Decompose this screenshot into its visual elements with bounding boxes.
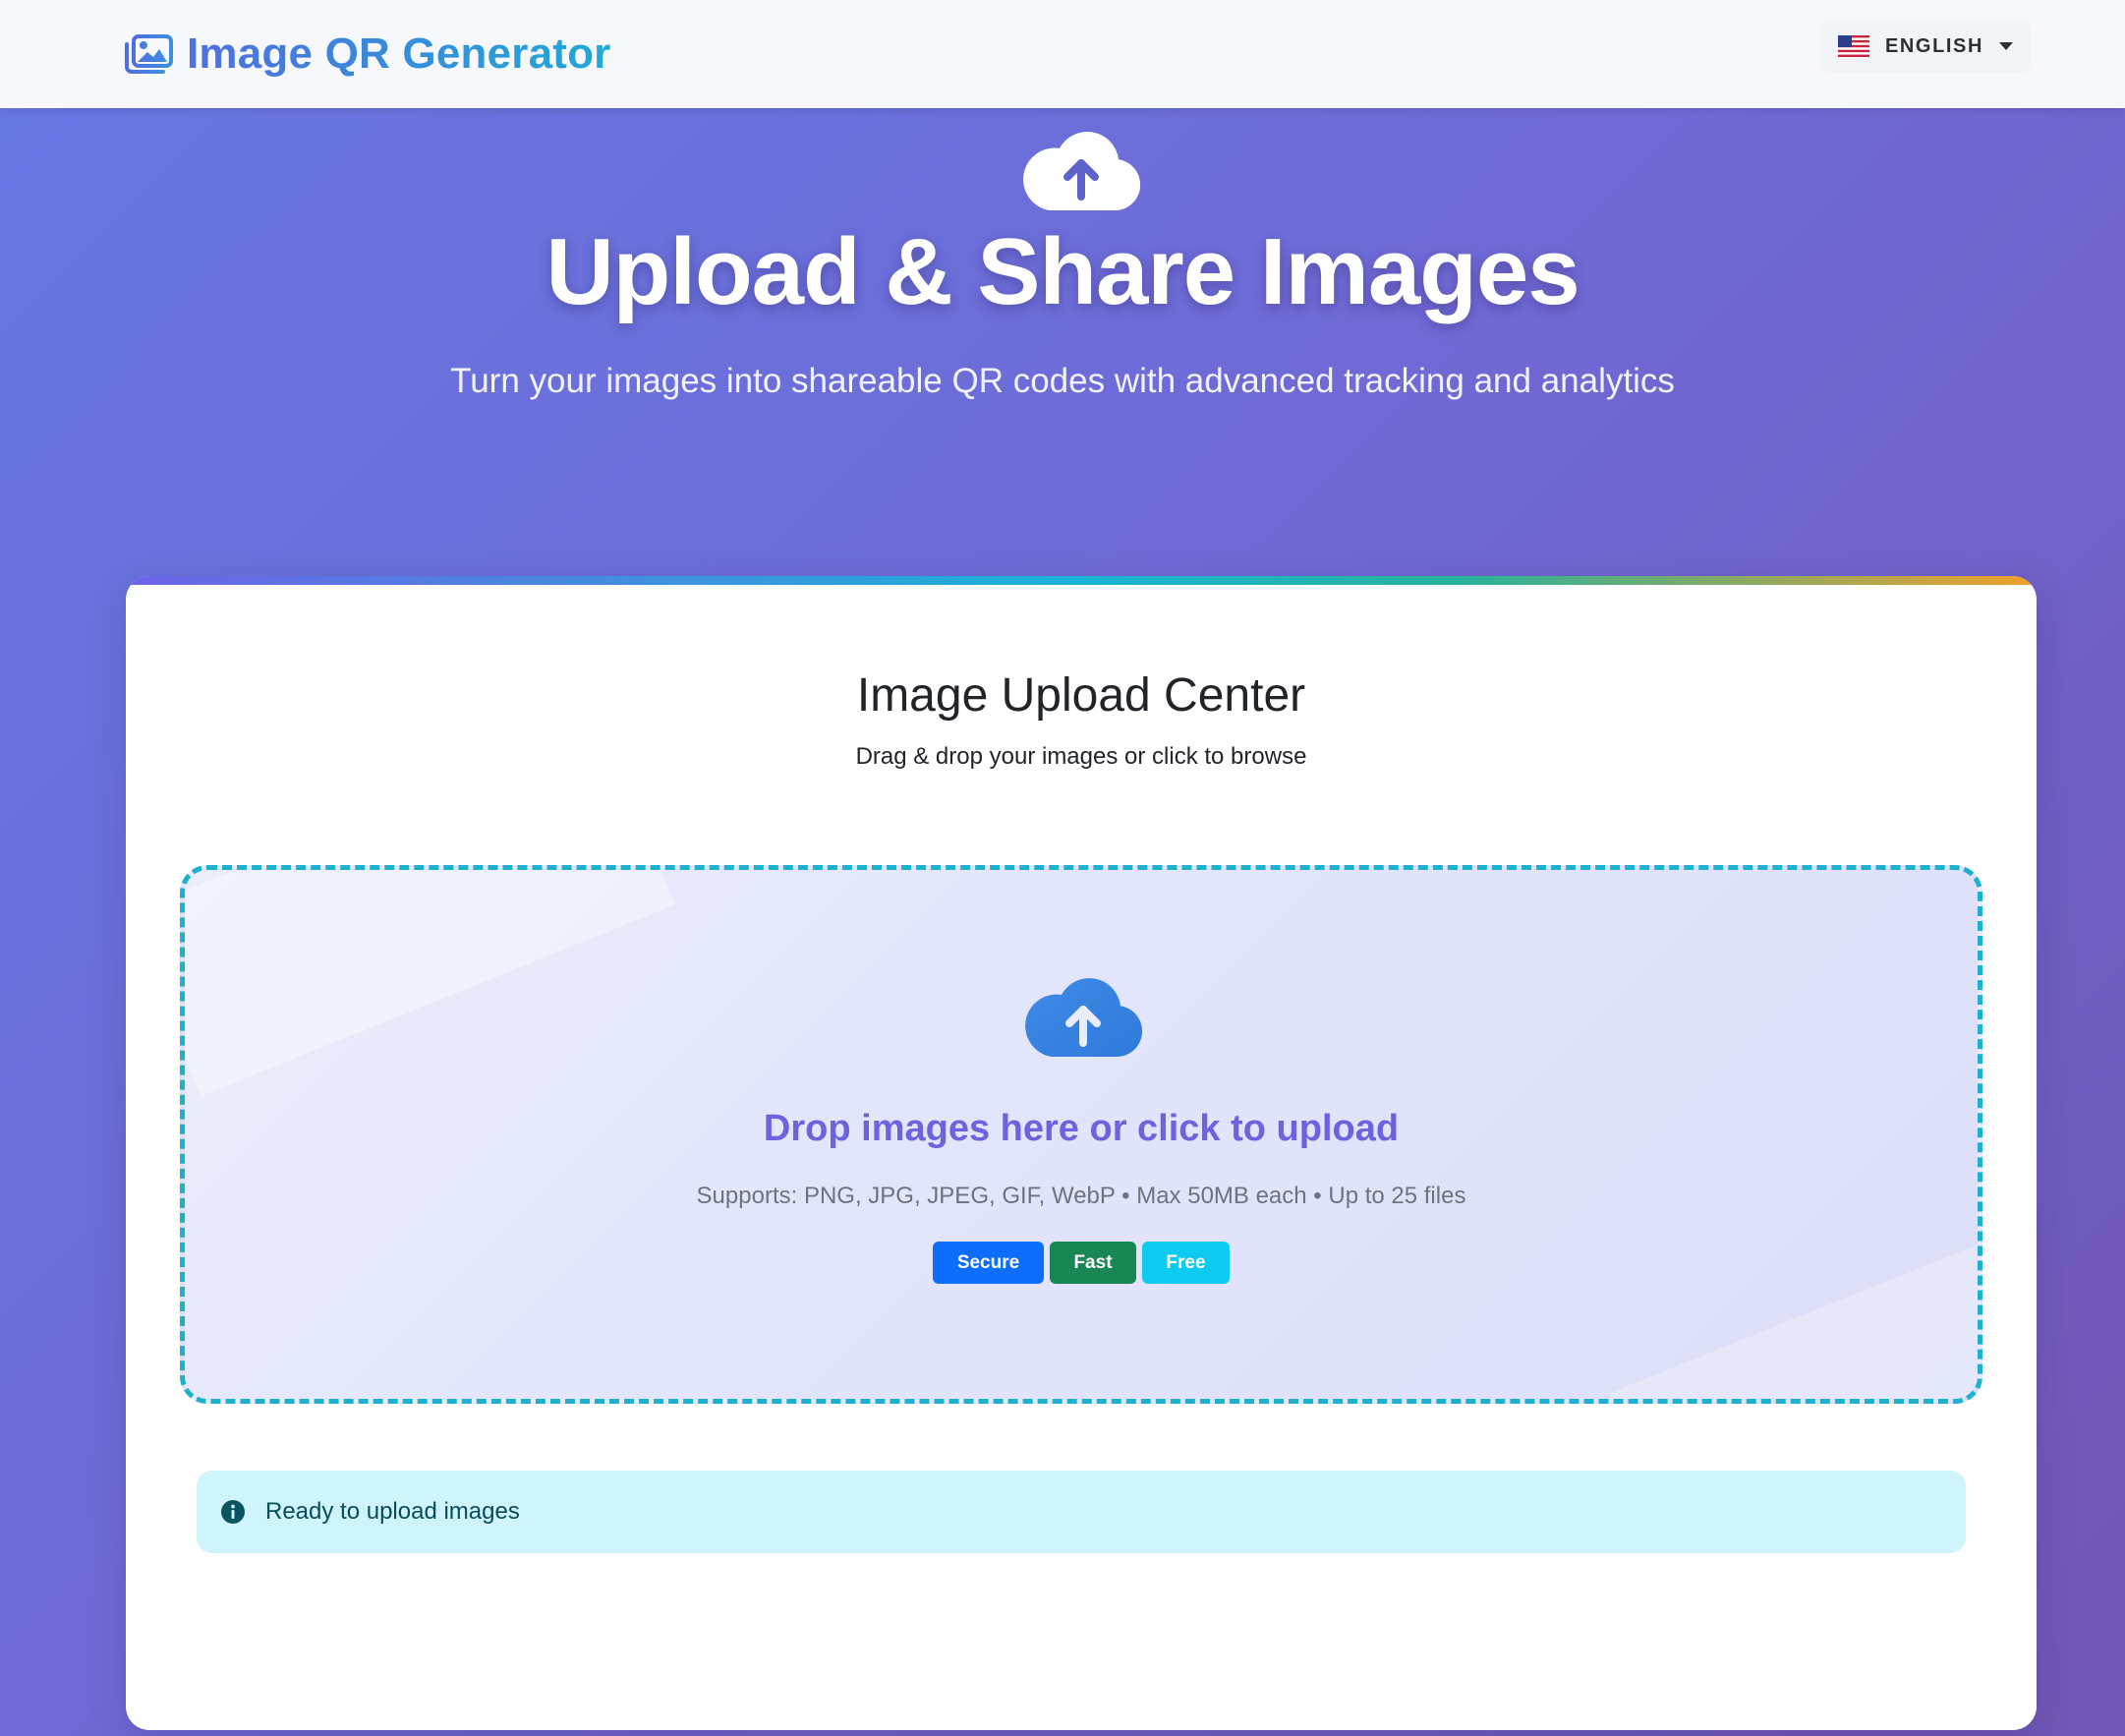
dropzone-title: Drop images here or click to upload [763,1108,1400,1149]
language-label: ENGLISH [1884,34,1984,57]
info-icon [221,1500,245,1524]
card-subtitle: Drag & drop your images or click to brow… [855,743,1307,770]
feature-badges: Secure Fast Free [185,1242,1978,1284]
secure-badge: Secure [933,1242,1044,1284]
hero-title: Upload & Share Images [546,219,1579,324]
dropzone-sheen [185,870,675,1097]
chevron-down-icon [1999,42,2014,50]
upload-status-alert: Ready to upload images [197,1471,1966,1553]
card-title: Image Upload Center [856,669,1306,722]
upload-card: Image Upload Center Drag & drop your ima… [126,576,2037,1730]
dropzone-supported-formats: Supports: PNG, JPG, JPEG, GIF, WebP • Ma… [696,1183,1466,1209]
images-icon [124,34,173,74]
upload-status-text: Ready to upload images [265,1498,520,1525]
free-badge: Free [1142,1242,1230,1284]
cloud-upload-icon [1025,978,1143,1058]
card-accent-bar [126,576,2037,585]
language-dropdown[interactable]: ENGLISH [1820,20,2031,73]
us-flag-icon [1837,35,1869,57]
brand-title: Image QR Generator [187,29,611,78]
cloud-upload-icon [1023,132,1141,211]
navbar: Image QR Generator ENGLISH [0,0,2125,108]
brand-link[interactable]: Image QR Generator [124,22,611,87]
upload-dropzone[interactable]: Drop images here or click to upload Supp… [180,865,1982,1404]
hero-subtitle: Turn your images into shareable QR codes… [450,362,1675,400]
fast-badge: Fast [1050,1242,1136,1284]
